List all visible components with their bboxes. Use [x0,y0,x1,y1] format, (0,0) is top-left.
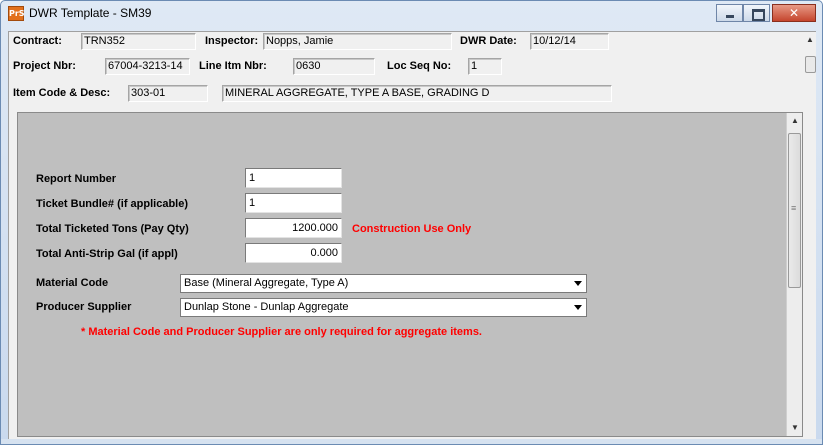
required-fields-note: * Material Code and Producer Supplier ar… [81,326,482,338]
anti-strip-label: Total Anti-Strip Gal (if appl) [36,248,178,260]
chevron-down-icon[interactable] [570,276,585,291]
contract-field: TRN352 [81,33,196,50]
scroll-down-arrow-icon[interactable]: ▼ [791,423,799,432]
line-itm-label: Line Itm Nbr: [199,60,267,72]
scroll-up-arrow-icon[interactable]: ▲ [806,35,814,44]
total-tons-label: Total Ticketed Tons (Pay Qty) [36,223,189,235]
item-desc-field: MINERAL AGGREGATE, TYPE A BASE, GRADING … [222,85,612,102]
dwr-date-field: 10/12/14 [530,33,609,50]
scroll-up-arrow-icon[interactable]: ▲ [791,116,799,125]
project-nbr-field: 67004-3213-14 [105,58,190,75]
title-bar[interactable]: PrS DWR Template - SM39 [1,1,822,25]
ticket-bundle-input[interactable]: 1 [245,193,342,213]
line-itm-field: 0630 [293,58,375,75]
inspector-field: Nopps, Jamie [263,33,452,50]
material-code-value: Base (Mineral Aggregate, Type A) [184,277,349,289]
producer-supplier-value: Dunlap Stone - Dunlap Aggregate [184,301,349,313]
producer-supplier-select[interactable]: Dunlap Stone - Dunlap Aggregate [180,298,587,317]
chevron-down-icon[interactable] [570,300,585,315]
loc-seq-field: 1 [468,58,502,75]
window-bottom-border [1,439,822,444]
panel-vertical-scrollbar[interactable]: ▲ ≡ ▼ [786,113,802,436]
maximize-button[interactable] [743,4,770,22]
dwr-date-label: DWR Date: [460,35,517,47]
header-section: Contract: TRN352 Inspector: Nopps, Jamie… [9,32,804,110]
item-code-label: Item Code & Desc: [13,87,111,99]
anti-strip-input[interactable]: 0.000 [245,243,342,263]
window-controls [716,4,816,22]
project-nbr-label: Project Nbr: [13,60,76,72]
close-button[interactable] [772,4,816,22]
app-icon: PrS [8,6,25,21]
construction-use-note: Construction Use Only [352,223,472,235]
material-code-select[interactable]: Base (Mineral Aggregate, Type A) [180,274,587,293]
contract-label: Contract: [13,35,62,47]
item-code-field: 303-01 [128,85,208,102]
report-number-input[interactable]: 1 [245,168,342,188]
report-number-label: Report Number [36,173,117,185]
grip-icon: ≡ [791,203,797,213]
producer-supplier-label: Producer Supplier [36,301,132,313]
dwr-template-window: PrS DWR Template - SM39 Contract: TRN352… [0,0,823,445]
material-code-label: Material Code [36,277,109,289]
window-title: DWR Template - SM39 [29,6,152,20]
total-tons-input[interactable]: 1200.000 [245,218,342,238]
loc-seq-label: Loc Seq No: [387,60,452,72]
scroll-thumb[interactable] [805,56,816,73]
outer-vertical-scrollbar[interactable]: ▲ [804,32,816,439]
detail-panel: Report Number 1 Ticket Bundle# (if appli… [17,112,803,437]
inspector-label: Inspector: [205,35,259,47]
minimize-button[interactable] [716,4,743,22]
ticket-bundle-label: Ticket Bundle# (if applicable) [36,198,188,210]
client-area: Contract: TRN352 Inspector: Nopps, Jamie… [8,31,816,440]
